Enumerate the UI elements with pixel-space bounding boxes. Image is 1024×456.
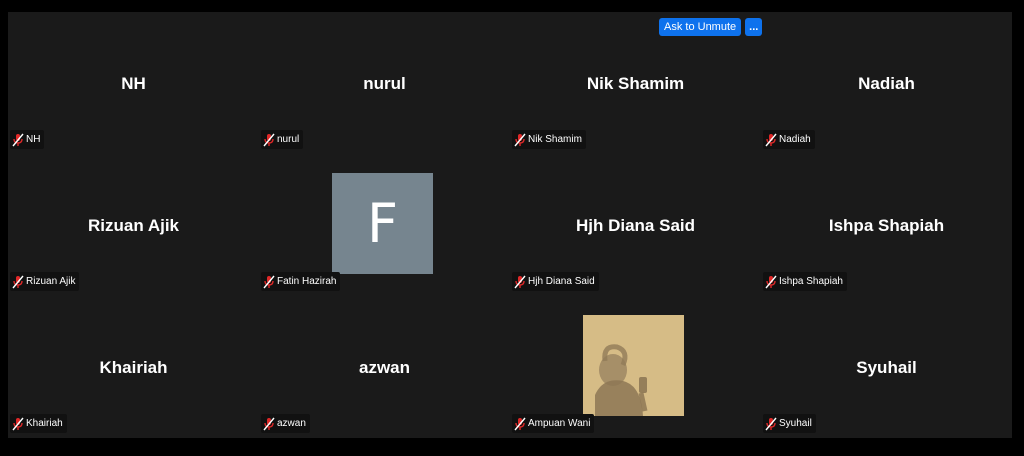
muted-mic-icon xyxy=(514,417,526,430)
participant-nametag: Rizuan Ajik xyxy=(10,272,80,291)
participant-nametag: azwan xyxy=(261,414,310,433)
participant-display-name: Nik Shamim xyxy=(586,74,685,93)
muted-mic-icon xyxy=(765,133,777,146)
muted-mic-icon xyxy=(263,275,275,288)
more-options-button[interactable]: ... xyxy=(745,18,763,36)
participant-label: Ishpa Shapiah xyxy=(779,276,843,287)
participant-display-name: azwan xyxy=(358,358,411,377)
participant-display-name: Rizuan Ajik xyxy=(88,216,179,235)
participant-label: azwan xyxy=(277,418,306,429)
participant-nametag: Nadiah xyxy=(763,130,815,149)
participant-tile-nurul[interactable]: nurul nurul xyxy=(259,12,510,154)
participant-nametag: Ampuan Wani xyxy=(512,414,595,433)
participant-nametag: NH xyxy=(10,130,45,149)
participant-display-name: Syuhail xyxy=(856,358,917,377)
muted-mic-icon xyxy=(263,133,275,146)
participant-tile-hjh-diana-said[interactable]: Hjh Diana Said Hjh Diana Said xyxy=(510,154,761,296)
participant-display-name: Hjh Diana Said xyxy=(575,216,696,235)
participant-tile-ishpa-shapiah[interactable]: Ishpa Shapiah Ishpa Shapiah xyxy=(761,154,1012,296)
muted-mic-icon xyxy=(263,417,275,430)
ask-to-unmute-button[interactable]: Ask to Unmute xyxy=(659,18,742,36)
participant-nametag: Fatin Hazirah xyxy=(261,272,341,291)
participant-label: Syuhail xyxy=(779,418,812,429)
muted-mic-icon xyxy=(12,275,24,288)
profile-photo xyxy=(583,315,684,416)
participant-label: nurul xyxy=(277,134,300,145)
participant-tile-azwan[interactable]: azwan azwan xyxy=(259,296,510,438)
muted-mic-icon xyxy=(765,417,777,430)
participant-nametag: Khairiah xyxy=(10,414,67,433)
muted-mic-icon xyxy=(514,133,526,146)
participant-label: Fatin Hazirah xyxy=(277,276,337,287)
muted-mic-icon xyxy=(12,133,24,146)
participant-nametag: Syuhail xyxy=(763,414,816,433)
participant-label: Rizuan Ajik xyxy=(26,276,76,287)
participant-display-name: Ishpa Shapiah xyxy=(828,216,945,235)
participant-label: Ampuan Wani xyxy=(528,418,591,429)
shadow-silhouette-image xyxy=(583,315,684,416)
avatar: F xyxy=(332,173,433,274)
participant-label: Khairiah xyxy=(26,418,63,429)
participant-tile-khairiah[interactable]: Khairiah Khairiah xyxy=(8,296,259,438)
participant-display-name: nurul xyxy=(363,74,406,93)
participant-tile-nh[interactable]: NH NH xyxy=(8,12,259,154)
participant-display-name: Khairiah xyxy=(99,358,168,377)
participant-display-name: NH xyxy=(121,74,146,93)
participant-display-name: Nadiah xyxy=(858,74,915,93)
meeting-gallery-view: NH NH nurul nurul Nik Shamim Nik Shamim … xyxy=(8,12,1012,438)
participant-label: Nadiah xyxy=(779,134,811,145)
participant-label: Hjh Diana Said xyxy=(528,276,595,287)
participant-tile-nadiah[interactable]: Nadiah Nadiah xyxy=(761,12,1012,154)
muted-mic-icon xyxy=(12,417,24,430)
participant-tile-ampuan-wani[interactable]: Ampuan Wani xyxy=(510,296,761,438)
participant-label: Nik Shamim xyxy=(528,134,582,145)
participant-nametag: nurul xyxy=(261,130,304,149)
participant-label: NH xyxy=(26,134,41,145)
muted-mic-icon xyxy=(514,275,526,288)
participant-tile-rizuan-ajik[interactable]: Rizuan Ajik Rizuan Ajik xyxy=(8,154,259,296)
participant-nametag: Ishpa Shapiah xyxy=(763,272,847,291)
participant-nametag: Hjh Diana Said xyxy=(512,272,599,291)
participant-grid: NH NH nurul nurul Nik Shamim Nik Shamim … xyxy=(8,12,1012,438)
participant-tile-fatin-hazirah[interactable]: F Fatin Hazirah xyxy=(259,154,510,296)
participant-actions-bar: Ask to Unmute ... xyxy=(659,18,763,36)
participant-nametag: Nik Shamim xyxy=(512,130,586,149)
muted-mic-icon xyxy=(765,275,777,288)
participant-tile-syuhail[interactable]: Syuhail Syuhail xyxy=(761,296,1012,438)
